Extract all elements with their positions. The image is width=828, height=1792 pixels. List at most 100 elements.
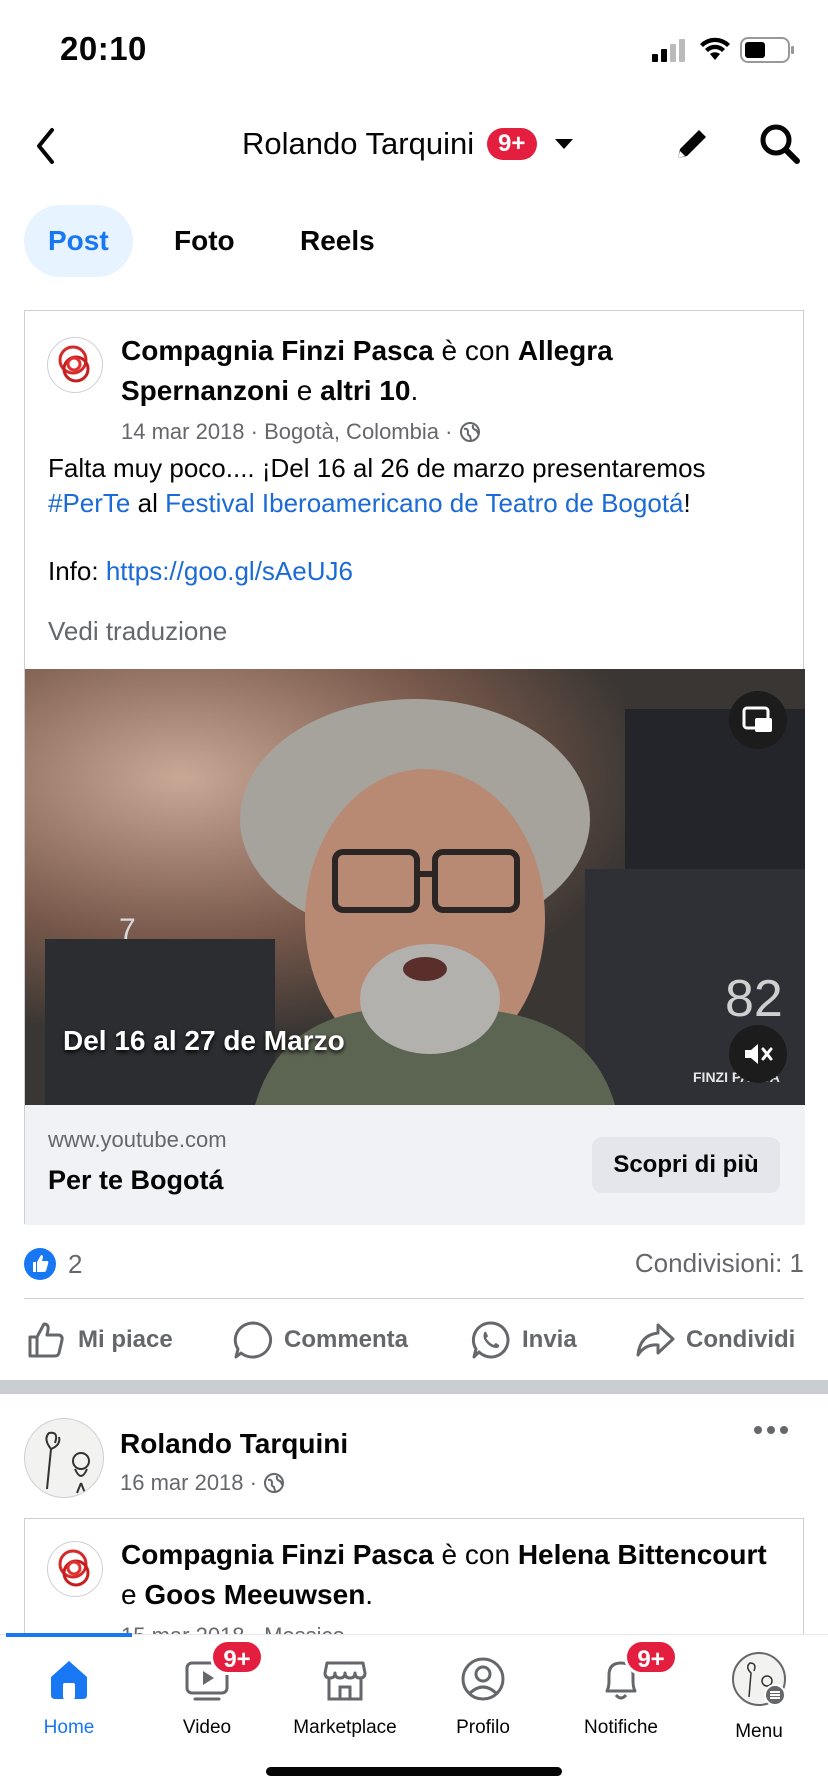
edit-pencil-icon[interactable] — [672, 124, 712, 164]
speaker-muted-icon — [745, 1044, 773, 1064]
dot — [780, 1426, 788, 1434]
profile-name-title[interactable]: Rolando Tarquini 9+ — [242, 126, 575, 162]
al-text: al — [137, 488, 158, 518]
post-date[interactable]: 14 mar 2018 — [121, 419, 245, 444]
tab-notifications-label: Notifiche — [584, 1717, 658, 1738]
page-avatar[interactable] — [47, 337, 103, 393]
globe-icon — [459, 422, 480, 442]
share-count[interactable]: Condivisioni: 1 — [635, 1248, 804, 1279]
status-bar: 20:10 — [0, 0, 828, 100]
chevron-down-icon[interactable] — [553, 137, 575, 151]
back-arrow-icon[interactable] — [34, 126, 58, 166]
tagged-person-link[interactable]: Goos Meeuwsen — [144, 1579, 365, 1610]
notification-badge: 9+ — [486, 128, 537, 160]
exclamation: ! — [683, 488, 691, 518]
post2-date[interactable]: 16 mar 2018 — [120, 1470, 244, 1495]
divider-line — [24, 1298, 804, 1299]
link-domain: www.youtube.com — [48, 1127, 227, 1152]
tab-menu-label: Menu — [735, 1721, 783, 1742]
tab-marketplace-label: Marketplace — [293, 1717, 397, 1738]
notifications-badge: 9+ — [624, 1639, 678, 1675]
info-url-link[interactable]: https://goo.gl/sAeUJ6 — [106, 556, 353, 586]
festival-link[interactable]: Festival Iberoamericano de Teatro de Bog… — [165, 488, 683, 518]
pip-button[interactable] — [729, 691, 787, 749]
separator: · — [249, 1470, 257, 1495]
profile-name: Rolando Tarquini — [242, 126, 475, 161]
like-reaction-icon — [24, 1248, 56, 1280]
finzi-pasca-logo-icon — [58, 345, 90, 383]
period: . — [410, 375, 419, 406]
post-body-line: Falta muy poco.... ¡Del 16 al 26 de marz… — [48, 453, 706, 483]
with-text: è con — [441, 1539, 511, 1570]
home-icon — [51, 1661, 87, 1699]
search-icon[interactable] — [758, 122, 802, 166]
marketplace-icon — [323, 1661, 367, 1701]
info-label: Info: — [48, 556, 99, 586]
bottom-tab-bar: Home 9+ Video Marketplace Profilo 9+ Not… — [0, 1633, 828, 1792]
tab-profile-label: Profilo — [456, 1717, 510, 1738]
video-number: 82 — [725, 970, 783, 1028]
share-button[interactable]: Condividi — [634, 1300, 795, 1380]
finzi-pasca-logo-icon — [58, 1549, 90, 1587]
active-tab-indicator — [6, 1633, 132, 1637]
dot — [754, 1426, 762, 1434]
tab-home[interactable]: Home — [0, 1655, 138, 1739]
comment-button[interactable]: Commenta — [232, 1300, 408, 1380]
link-title: Per te Bogotá — [48, 1165, 224, 1195]
send-label: Invia — [522, 1326, 577, 1353]
tab-marketplace[interactable]: Marketplace — [276, 1655, 414, 1739]
post-location[interactable]: Bogotà, Colombia — [264, 419, 439, 444]
thumbs-up-icon — [28, 1322, 64, 1358]
tab-post[interactable]: Post — [24, 205, 133, 277]
shared-post-card[interactable]: Compagnia Finzi Pasca è con Allegra Sper… — [24, 310, 805, 1225]
post-body: Falta muy poco.... ¡Del 16 al 26 de marz… — [48, 451, 788, 589]
feed-divider — [0, 1380, 828, 1394]
see-translation-link[interactable]: Vedi traduzione — [48, 616, 227, 647]
reaction-summary[interactable]: 2 — [24, 1248, 82, 1280]
and-text: e — [121, 1579, 137, 1610]
profile-icon — [461, 1657, 505, 1701]
comment-label: Commenta — [284, 1326, 409, 1353]
and-text: e — [296, 375, 313, 406]
menu-avatar-icon — [732, 1652, 786, 1706]
send-button[interactable]: Invia — [470, 1300, 577, 1380]
picture-in-picture-icon — [742, 706, 772, 732]
tab-home-label: Home — [43, 1717, 95, 1738]
video-player[interactable]: Del 16 al 27 de Marzo 7 82 FINZI PASCA — [25, 669, 805, 1105]
post2-meta: 16 mar 2018 · — [120, 1470, 285, 1496]
link-preview[interactable]: www.youtube.com Per te Bogotá Scopri di … — [25, 1105, 805, 1225]
tab-profile[interactable]: Profilo — [414, 1655, 552, 1739]
profile-tabs: Post Foto Reels — [0, 205, 828, 285]
share-label: Condividi — [686, 1326, 796, 1353]
with-text: è con — [441, 335, 511, 366]
like-button[interactable]: Mi piace — [26, 1300, 173, 1380]
post-actions: Mi piace Commenta Invia Condividi — [0, 1300, 828, 1380]
tab-video[interactable]: 9+ Video — [138, 1639, 276, 1739]
share-icon — [636, 1323, 675, 1357]
others-link[interactable]: altri 10 — [320, 375, 410, 406]
battery-icon — [740, 37, 794, 63]
wifi-icon — [700, 37, 730, 60]
post2-author[interactable]: Rolando Tarquini — [120, 1428, 348, 1460]
hashtag-link[interactable]: #PerTe — [48, 488, 130, 518]
tab-foto[interactable]: Foto — [150, 205, 259, 277]
page-avatar[interactable] — [47, 1541, 103, 1597]
tab-reels[interactable]: Reels — [276, 205, 399, 277]
learn-more-button[interactable]: Scopri di più — [592, 1137, 780, 1193]
home-indicator — [266, 1767, 562, 1776]
tagged-person-link[interactable]: Helena Bittencourt — [518, 1539, 767, 1570]
profile-avatar[interactable] — [24, 1418, 104, 1498]
post-header-text: Compagnia Finzi Pasca è con Allegra Sper… — [121, 331, 781, 411]
more-options-button[interactable] — [754, 1426, 788, 1434]
like-label: Mi piace — [78, 1326, 173, 1353]
tab-notifications[interactable]: 9+ Notifiche — [552, 1639, 690, 1739]
shared-author-link[interactable]: Compagnia Finzi Pasca — [121, 1539, 434, 1570]
mute-button[interactable] — [729, 1025, 787, 1083]
dot — [767, 1426, 775, 1434]
whatsapp-icon — [471, 1321, 510, 1359]
sketch-avatar-icon — [45, 1431, 90, 1494]
video-caption: Del 16 al 27 de Marzo — [63, 1025, 345, 1056]
author-link[interactable]: Compagnia Finzi Pasca — [121, 335, 434, 366]
video-badge: 9+ — [210, 1639, 264, 1675]
tab-menu[interactable]: Menu — [690, 1652, 828, 1743]
